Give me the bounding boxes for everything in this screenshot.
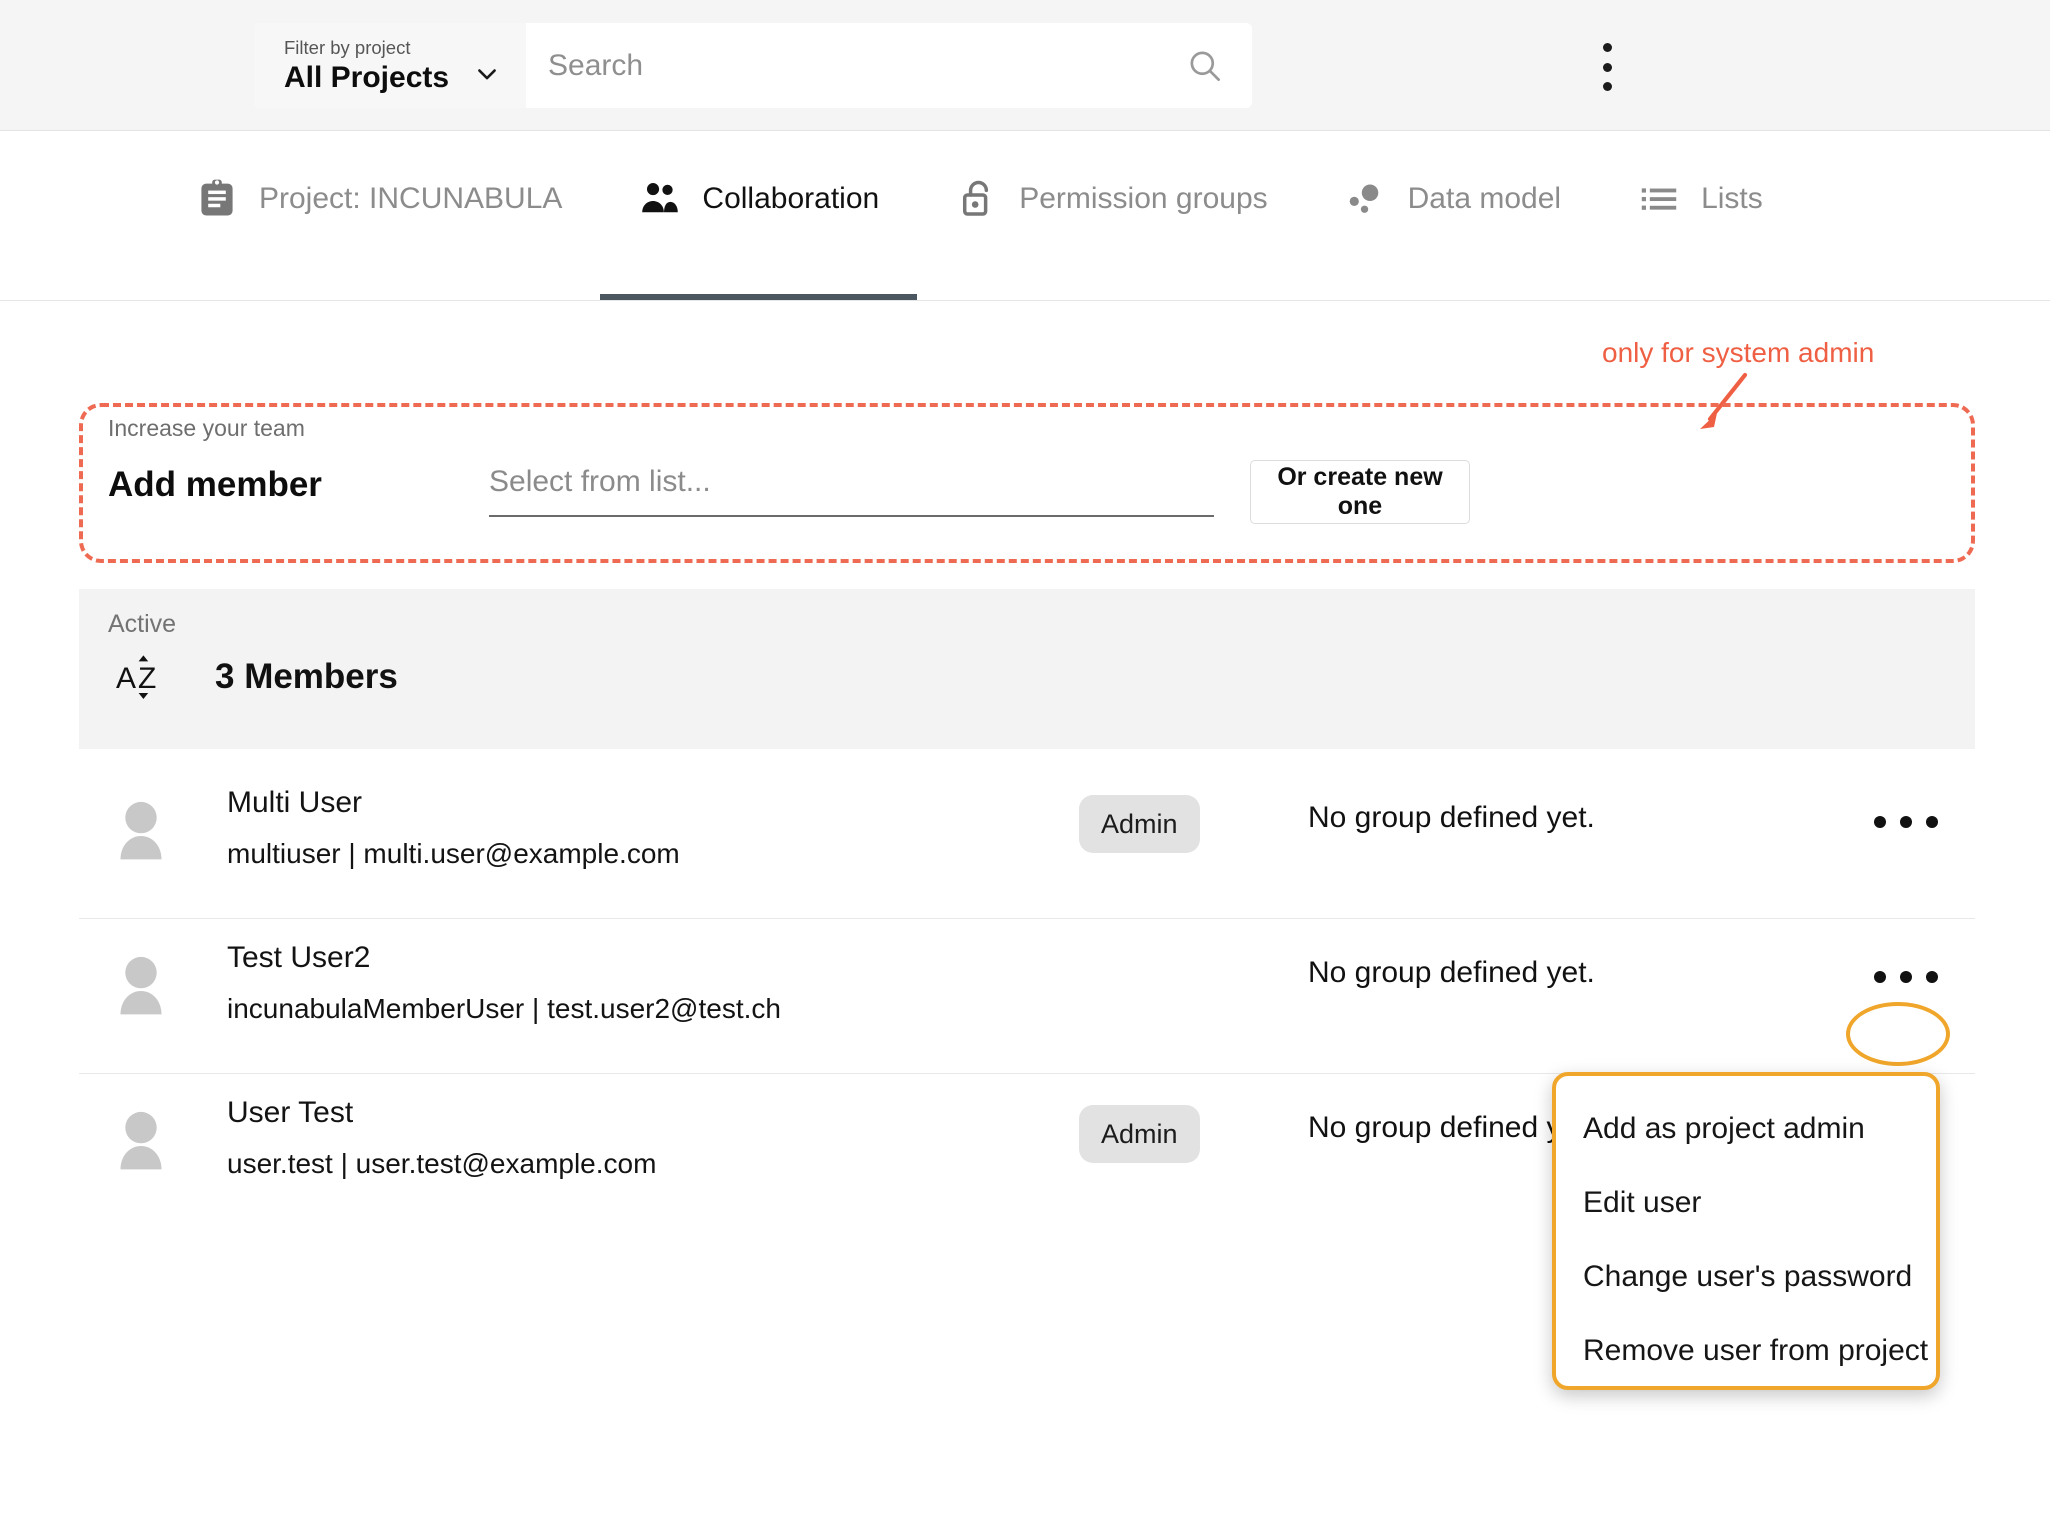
top-bar: Filter by project All Projects xyxy=(0,0,2050,131)
status-badge: Admin xyxy=(1079,1105,1200,1163)
menu-item-remove-user[interactable]: Remove user from project xyxy=(1556,1314,1936,1388)
kebab-dot xyxy=(1602,43,1612,52)
data-model-icon xyxy=(1349,184,1378,213)
annotation-label-system-admin: only for system admin xyxy=(1602,337,1875,368)
member-name: User Test xyxy=(227,1096,354,1129)
tab-permission-groups[interactable]: Permission groups xyxy=(917,131,1305,300)
tab-label: Collaboration xyxy=(702,181,880,215)
member-name: Multi User xyxy=(227,786,363,819)
menu-item-edit-user[interactable]: Edit user xyxy=(1556,1166,1936,1240)
kebab-dot xyxy=(1900,971,1912,983)
project-filter-caption: Filter by project xyxy=(284,36,411,58)
tab-label: Lists xyxy=(1701,181,1763,215)
members-status-label: Active xyxy=(108,610,177,638)
list-icon xyxy=(1641,187,1677,210)
member-details: incunabulaMemberUser | test.user2@test.c… xyxy=(227,993,781,1024)
members-section-header: Active A Z 3 Members xyxy=(79,589,1975,749)
people-icon xyxy=(642,182,679,212)
tab-list: Project: INCUNABULA Collaboration Permis… xyxy=(157,131,1801,300)
tab-collaboration[interactable]: Collaboration xyxy=(600,131,917,300)
create-new-member-button[interactable]: Or create new one xyxy=(1250,460,1470,524)
member-name: Test User2 xyxy=(227,941,371,974)
members-sort-row: A Z 3 Members xyxy=(115,651,398,703)
table-row[interactable]: Test User2 incunabulaMemberUser | test.u… xyxy=(79,918,1975,1074)
avatar xyxy=(120,956,162,1015)
tab-lists[interactable]: Lists xyxy=(1599,131,1801,300)
menu-item-change-password[interactable]: Change user's password xyxy=(1556,1240,1936,1314)
member-details: user.test | user.test@example.com xyxy=(227,1148,657,1179)
table-row[interactable]: Multi User multiuser | multi.user@exampl… xyxy=(79,763,1975,919)
kebab-dot xyxy=(1602,82,1612,91)
member-details: multiuser | multi.user@example.com xyxy=(227,838,680,869)
kebab-dot xyxy=(1900,816,1912,828)
top-bar-overflow-menu-button[interactable] xyxy=(1585,43,1629,91)
status-badge-label: Admin xyxy=(1101,808,1178,839)
project-filter-value: All Projects xyxy=(284,60,450,94)
tab-label: Data model xyxy=(1407,181,1562,215)
add-member-panel: Increase your team Add member Select fro… xyxy=(79,403,1975,563)
sort-alpha-icon[interactable]: A Z xyxy=(115,651,167,703)
tab-label: Permission groups xyxy=(1019,181,1268,215)
avatar xyxy=(120,801,162,860)
svg-text:A: A xyxy=(116,662,136,695)
tab-label: Project: INCUNABULA xyxy=(259,181,563,215)
chevron-down-icon xyxy=(478,68,496,79)
kebab-dot xyxy=(1874,971,1886,983)
tab-data-model[interactable]: Data model xyxy=(1306,131,1599,300)
svg-text:Z: Z xyxy=(138,662,156,695)
search-field-wrapper xyxy=(526,23,1252,108)
status-badge: Admin xyxy=(1079,795,1200,853)
add-member-eyebrow: Increase your team xyxy=(108,415,305,441)
project-filter-dropdown[interactable]: Filter by project All Projects xyxy=(254,23,526,108)
search-icon[interactable] xyxy=(1186,47,1224,85)
unlock-icon xyxy=(963,180,989,216)
member-group: No group defined yet. xyxy=(1308,801,1595,834)
tab-project-incunabula[interactable]: Project: INCUNABULA xyxy=(157,131,600,300)
members-count-label: 3 Members xyxy=(215,657,398,696)
member-row-overflow-menu-button[interactable] xyxy=(1874,811,1938,833)
member-group: No group defined yet. xyxy=(1308,956,1595,989)
search-input[interactable] xyxy=(548,48,1148,83)
tab-bar: Project: INCUNABULA Collaboration Permis… xyxy=(0,131,2050,301)
kebab-dot xyxy=(1926,971,1938,983)
menu-item-add-as-project-admin[interactable]: Add as project admin xyxy=(1556,1092,1936,1166)
member-context-menu: Add as project admin Edit user Change us… xyxy=(1552,1072,1940,1390)
avatar xyxy=(120,1111,162,1170)
add-member-title: Add member xyxy=(108,465,322,504)
kebab-dot xyxy=(1602,62,1612,72)
member-select-input[interactable]: Select from list... xyxy=(489,465,1214,517)
search-bar-group: Filter by project All Projects xyxy=(254,23,1252,108)
member-row-overflow-menu-button[interactable] xyxy=(1874,966,1938,988)
project-filter-labels: Filter by project All Projects xyxy=(284,36,450,94)
member-select-placeholder: Select from list... xyxy=(489,465,711,498)
kebab-dot xyxy=(1926,816,1938,828)
clipboard-icon xyxy=(201,179,233,215)
status-badge-label: Admin xyxy=(1101,1118,1178,1149)
kebab-dot xyxy=(1874,816,1886,828)
